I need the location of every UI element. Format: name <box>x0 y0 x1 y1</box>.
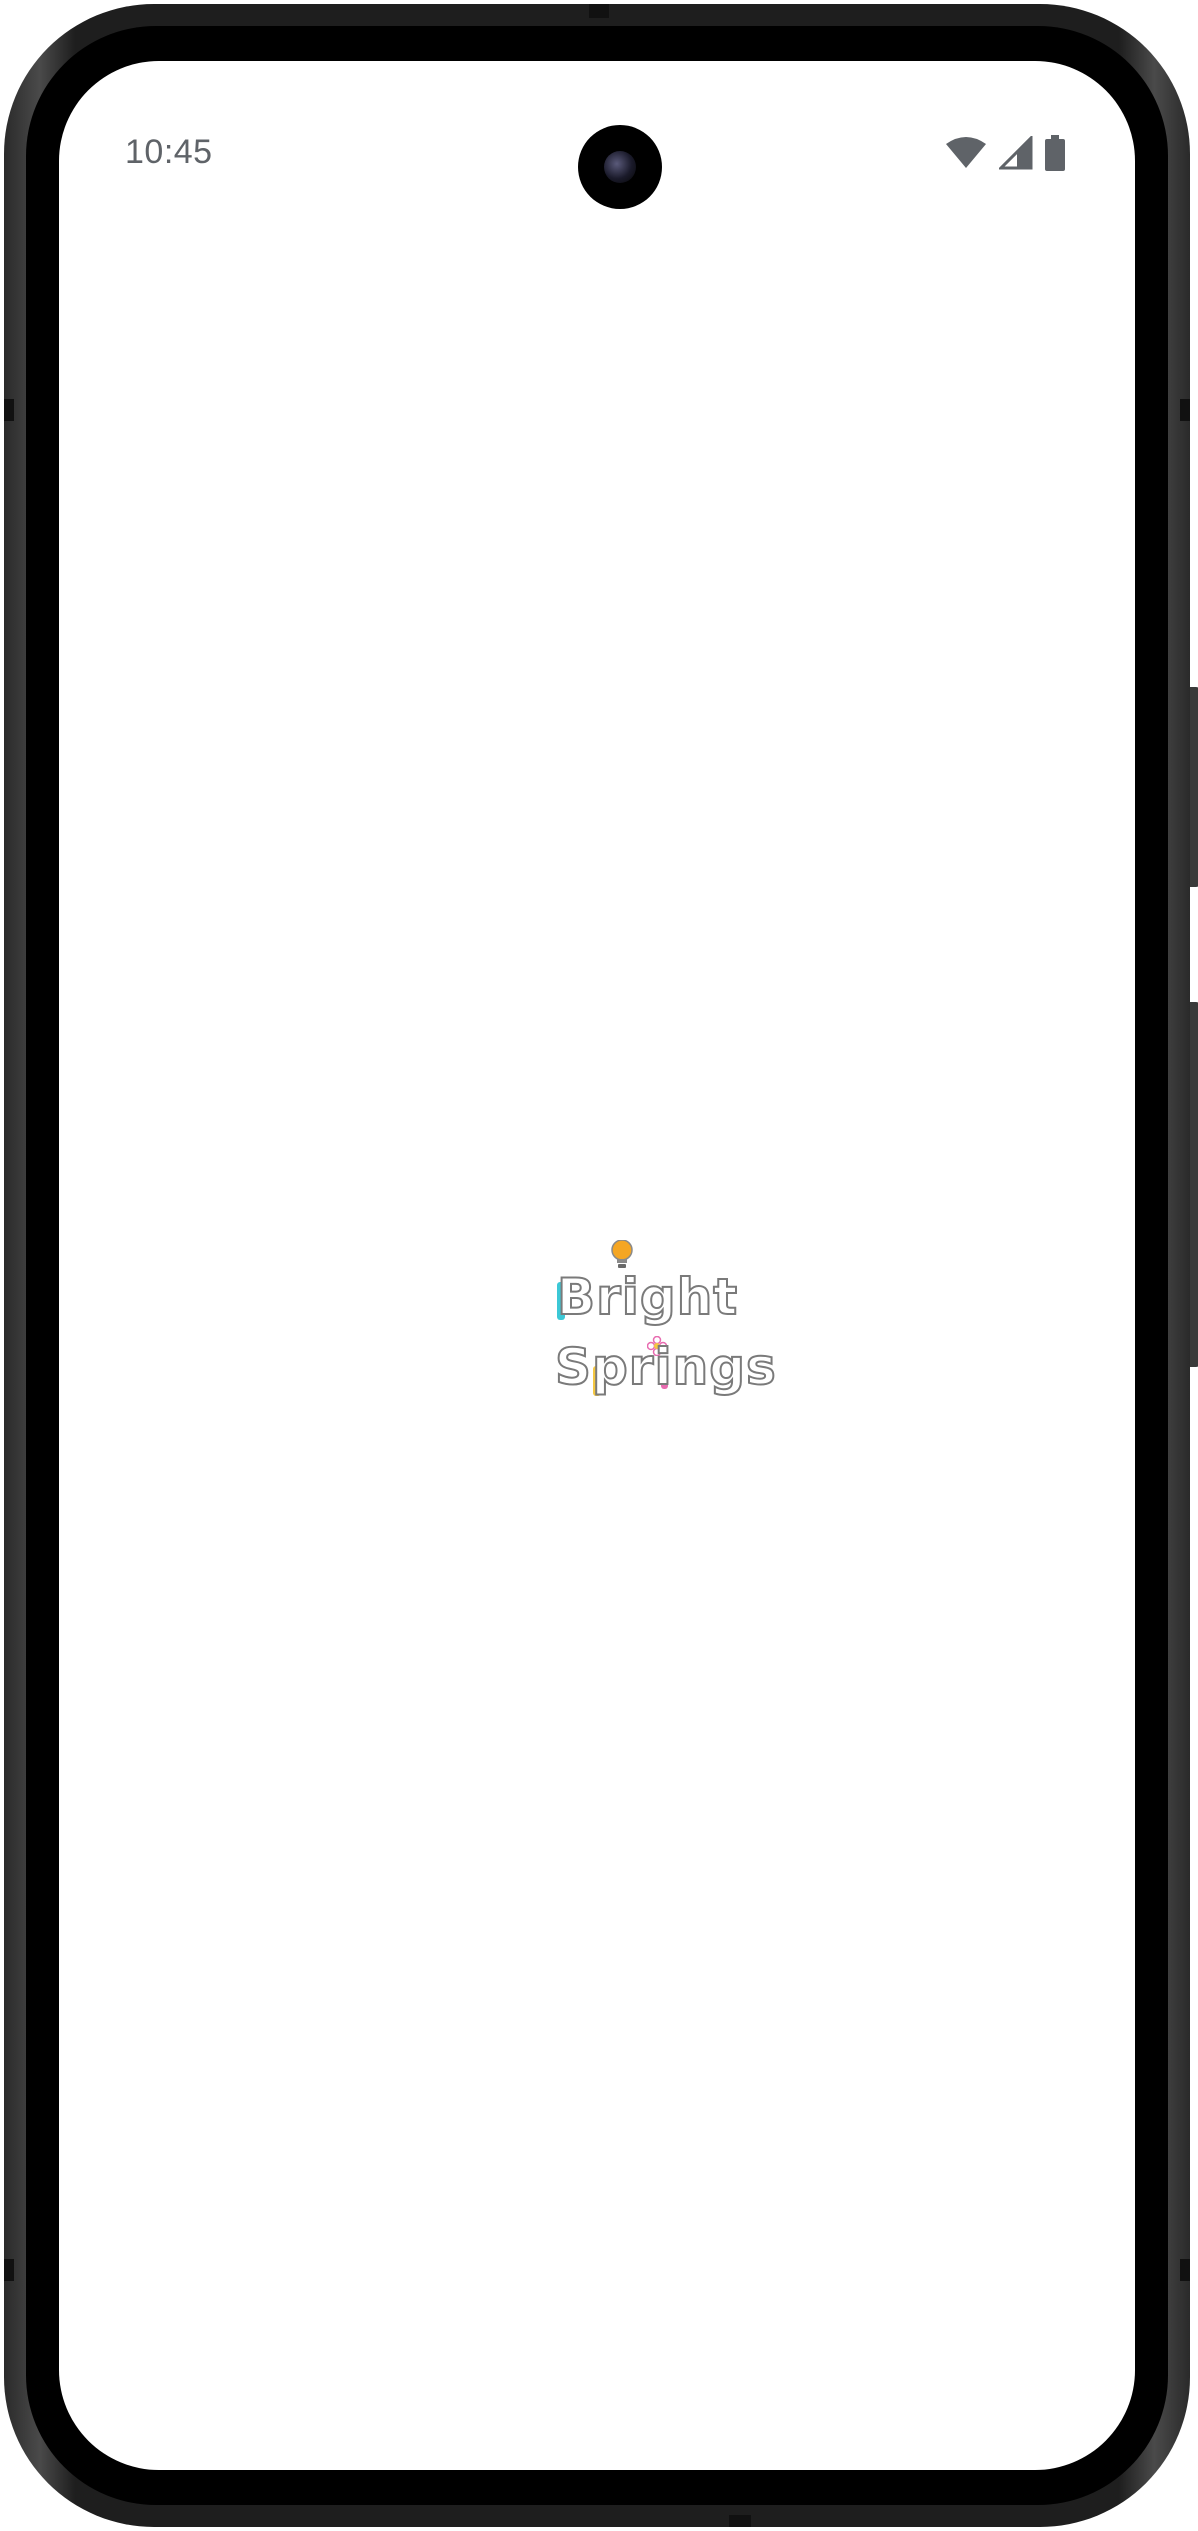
phone-frame: 10:45 Bright Springs <box>4 4 1198 2527</box>
frame-antenna-mark <box>729 2515 751 2527</box>
frame-antenna-mark <box>4 399 14 421</box>
volume-rocker[interactable] <box>1190 1002 1198 1367</box>
app-logo: Bright Springs <box>519 1206 777 1416</box>
lightbulb-icon <box>611 1240 633 1268</box>
frame-antenna-mark <box>1180 2259 1190 2281</box>
front-camera <box>578 125 662 209</box>
logo-word-springs: Springs <box>554 1337 777 1397</box>
status-time: 10:45 <box>125 133 213 171</box>
frame-antenna-mark <box>589 4 609 18</box>
status-bar: 10:45 <box>59 61 1135 209</box>
status-icons <box>945 135 1065 171</box>
screen: 10:45 Bright Springs <box>59 61 1135 2470</box>
frame-antenna-mark <box>4 2259 14 2281</box>
battery-icon <box>1045 135 1065 171</box>
power-button[interactable] <box>1190 687 1198 887</box>
camera-lens <box>604 151 636 183</box>
wifi-icon <box>945 136 987 170</box>
cellular-signal-icon <box>999 136 1033 170</box>
frame-antenna-mark <box>1180 399 1190 421</box>
phone-bezel: 10:45 Bright Springs <box>26 26 1168 2505</box>
logo-word-bright: Bright <box>556 1267 739 1327</box>
